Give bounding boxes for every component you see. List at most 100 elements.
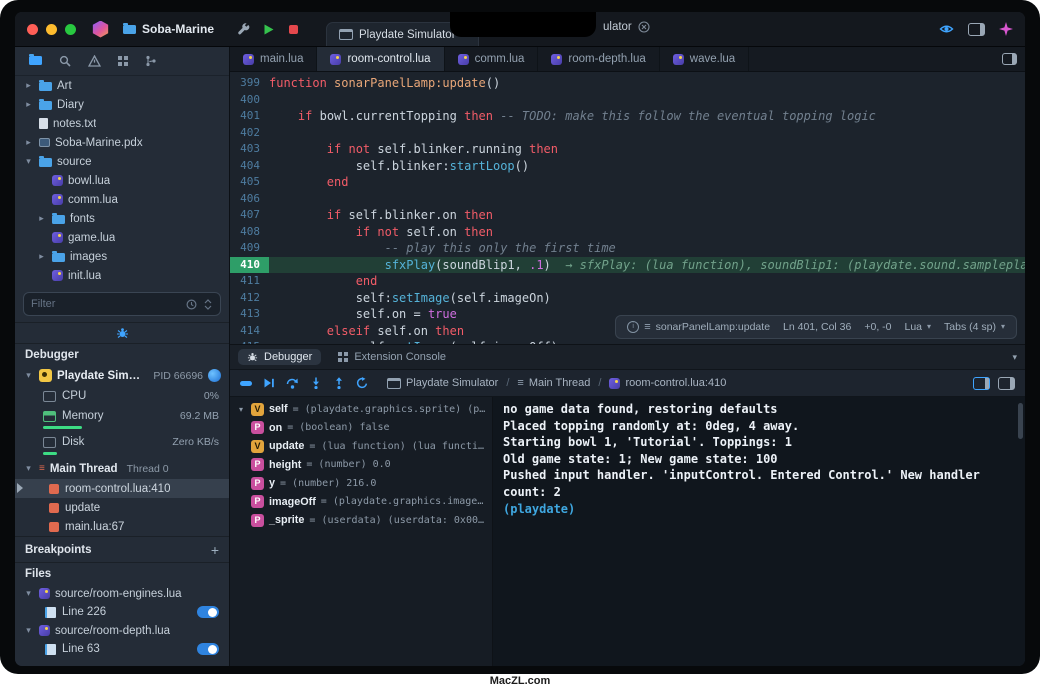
symbols-icon[interactable] <box>145 55 157 67</box>
line-number-gutter[interactable]: 405 <box>230 174 269 191</box>
file-tree-item[interactable]: ▸Soba-Marine.pdx <box>15 133 229 152</box>
variable-row[interactable]: Vupdate= (lua function) (lua function) <box>230 437 492 456</box>
line-number-gutter[interactable]: 401 <box>230 108 269 125</box>
process-row[interactable]: ▾ Playdate Sim… PID 66696 <box>15 365 229 386</box>
file-tree-item[interactable]: game.lua <box>15 228 229 247</box>
code-text[interactable]: self.blinker:startLoop() <box>269 158 1025 175</box>
editor-tab-comm.lua[interactable]: comm.lua <box>445 47 539 71</box>
stack-frame-row[interactable]: main.lua:67 <box>15 517 229 536</box>
file-tree-item[interactable]: ▸Art <box>15 76 229 95</box>
code-text[interactable] <box>269 92 1025 109</box>
line-number-gutter[interactable]: 409 <box>230 240 269 257</box>
editor-tab-room-control.lua[interactable]: room-control.lua <box>317 47 444 71</box>
line-number-gutter[interactable]: 408 <box>230 224 269 241</box>
close-icon[interactable] <box>638 21 650 33</box>
code-text[interactable]: function sonarPanelLamp:update() <box>269 75 1025 92</box>
restart-icon[interactable] <box>356 377 368 389</box>
tab-debugger[interactable]: Debugger <box>238 349 321 365</box>
line-number-gutter[interactable]: 403 <box>230 141 269 158</box>
editor-tab-wave.lua[interactable]: wave.lua <box>660 47 749 71</box>
file-tree-item[interactable]: ▾source <box>15 152 229 171</box>
editor-tab-room-depth.lua[interactable]: room-depth.lua <box>538 47 659 71</box>
chevron-down-icon[interactable]: ▾ <box>23 370 34 381</box>
breadcrumb-frame[interactable]: room-control.lua:410 <box>625 377 726 389</box>
chevron-down-icon[interactable]: ▾ <box>236 405 246 414</box>
variable-row[interactable]: Pheight= (number) 0.0 <box>230 456 492 475</box>
variable-row[interactable]: P_sprite= (userdata) (userdata: 0x000006… <box>230 511 492 530</box>
file-tree-item[interactable]: ▸Diary <box>15 95 229 114</box>
run-button[interactable] <box>262 23 275 36</box>
current-symbol[interactable]: sonarPanelLamp:update <box>656 319 770 336</box>
line-number-gutter[interactable]: 413 <box>230 306 269 323</box>
cursor-position[interactable]: Ln 401, Col 36 <box>783 319 851 336</box>
search-icon[interactable] <box>59 55 71 67</box>
console-scrollbar[interactable] <box>1018 403 1023 439</box>
chevron-down-icon[interactable]: ▾ <box>23 463 34 474</box>
preview-eye-button[interactable] <box>939 23 954 35</box>
pause-icon[interactable] <box>240 381 252 386</box>
continue-icon[interactable] <box>263 377 275 389</box>
collapse-panel-button[interactable]: ▾ <box>1012 352 1017 363</box>
close-window-button[interactable] <box>27 24 38 35</box>
ai-sparkle-button[interactable] <box>999 22 1013 36</box>
code-text[interactable]: if self.blinker.on then <box>269 207 1025 224</box>
tab-extension-console[interactable]: Extension Console <box>329 349 455 365</box>
variable-row[interactable]: PimageOff= (playdate.graphics.image) (pl… <box>230 493 492 512</box>
toggle-console-panel-button[interactable] <box>998 377 1015 390</box>
file-tree-item[interactable]: ▸images <box>15 247 229 266</box>
language-selector[interactable]: Lua▾ <box>905 319 932 336</box>
code-text[interactable]: -- play this only the first time <box>269 240 1025 257</box>
breakpoint-file-row[interactable]: ▾source/room-depth.lua <box>15 621 229 640</box>
code-editor[interactable]: 399function sonarPanelLamp:update()40040… <box>230 72 1025 344</box>
variable-row[interactable]: Py= (number) 216.0 <box>230 474 492 493</box>
project-switcher[interactable]: Soba-Marine <box>123 22 214 36</box>
file-tree-item[interactable]: init.lua <box>15 266 229 285</box>
file-tree-item[interactable]: comm.lua <box>15 190 229 209</box>
code-text[interactable] <box>269 125 1025 142</box>
step-out-icon[interactable] <box>333 377 345 389</box>
file-tree-item[interactable]: bowl.lua <box>15 171 229 190</box>
build-settings-button[interactable] <box>236 22 250 36</box>
breakpoint-file-row[interactable]: ▾source/room-engines.lua <box>15 584 229 603</box>
chevron-right-icon[interactable]: ▸ <box>36 251 47 262</box>
debug-console[interactable]: no game data found, restoring defaultsPl… <box>493 397 1025 666</box>
toggle-sidebar-button[interactable] <box>968 23 985 36</box>
step-over-icon[interactable] <box>286 377 299 389</box>
code-text[interactable]: if bowl.currentTopping then -- TODO: mak… <box>269 108 1025 125</box>
line-number-gutter[interactable]: 410 <box>230 257 269 274</box>
zoom-window-button[interactable] <box>65 24 76 35</box>
toggle-variables-panel-button[interactable] <box>973 377 990 390</box>
line-number-gutter[interactable]: 404 <box>230 158 269 175</box>
breadcrumb-process[interactable]: Playdate Simulator <box>406 377 498 389</box>
stop-button[interactable] <box>287 23 300 36</box>
line-number-gutter[interactable]: 411 <box>230 273 269 290</box>
line-number-gutter[interactable]: 399 <box>230 75 269 92</box>
line-number-gutter[interactable]: 415 <box>230 339 269 344</box>
thread-row[interactable]: ▾ ≡ Main Thread Thread 0 <box>15 458 229 479</box>
breadcrumb-thread[interactable]: Main Thread <box>529 377 591 389</box>
recent-clock-icon[interactable] <box>186 299 197 310</box>
filter-input[interactable]: Filter <box>23 292 221 316</box>
chevron-down-icon[interactable]: ▾ <box>23 156 34 167</box>
breakpoint-toggle[interactable] <box>197 606 219 618</box>
line-number-gutter[interactable]: 414 <box>230 323 269 340</box>
line-number-gutter[interactable]: 400 <box>230 92 269 109</box>
line-number-gutter[interactable]: 407 <box>230 207 269 224</box>
add-breakpoint-button[interactable]: + <box>211 542 219 558</box>
code-text[interactable]: if not self.on then <box>269 224 1025 241</box>
chevron-right-icon[interactable]: ▸ <box>36 213 47 224</box>
chevron-down-icon[interactable]: ▾ <box>23 625 34 636</box>
breakpoint-toggle[interactable] <box>197 643 219 655</box>
indentation-selector[interactable]: Tabs (4 sp)▾ <box>944 319 1005 336</box>
editor-tab-main.lua[interactable]: main.lua <box>230 47 317 71</box>
sort-options-icon[interactable] <box>203 299 213 310</box>
extensions-grid-icon[interactable] <box>118 56 128 66</box>
chevron-right-icon[interactable]: ▸ <box>23 137 34 148</box>
tab-log-partial[interactable]: ulator <box>603 21 650 33</box>
chevron-right-icon[interactable]: ▸ <box>23 99 34 110</box>
chevron-down-icon[interactable]: ▾ <box>23 588 34 599</box>
stack-frame-row[interactable]: room-control.lua:410 <box>15 479 229 498</box>
code-text[interactable]: sfxPlay(soundBlip1, .1) → sfxPlay: (lua … <box>269 257 1025 274</box>
line-number-gutter[interactable]: 412 <box>230 290 269 307</box>
variable-row[interactable]: ▾Vself= (playdate.graphics.sprite) (play… <box>230 400 492 419</box>
